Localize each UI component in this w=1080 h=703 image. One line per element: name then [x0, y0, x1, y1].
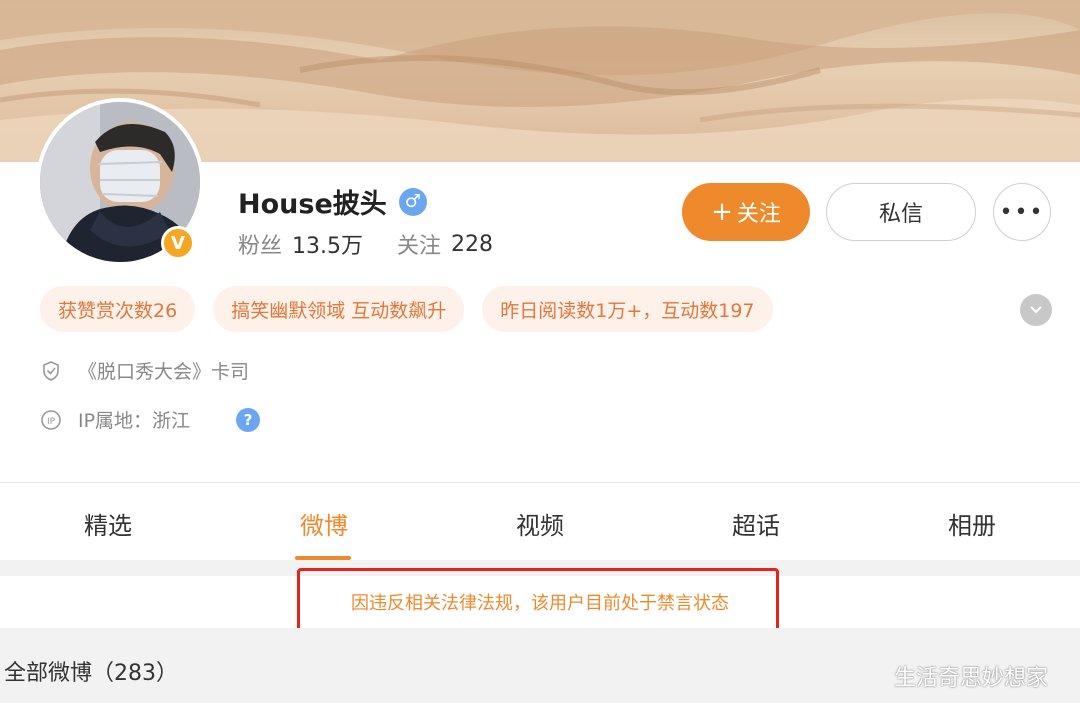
- tag-daily-reads[interactable]: 昨日阅读数1万+，互动数197: [482, 286, 773, 332]
- following-label[interactable]: 关注: [397, 228, 441, 260]
- all-posts-count[interactable]: 全部微博（283）: [4, 655, 178, 687]
- username: House披头: [238, 189, 387, 220]
- certification-row: 《脱口秀大会》卡司: [40, 357, 249, 384]
- follow-button[interactable]: + 关注: [682, 183, 810, 241]
- divider: [0, 482, 1080, 483]
- male-gender-icon: ♂: [398, 187, 427, 216]
- tag-humor-field[interactable]: 搞笑幽默领域 互动数飙升: [213, 286, 465, 332]
- achievement-tags: 获赞赏次数26 搞笑幽默领域 互动数飙升 昨日阅读数1万+，互动数197: [40, 286, 791, 332]
- chevron-down-icon[interactable]: [1020, 294, 1052, 326]
- name-row: House披头 ♂: [238, 182, 427, 221]
- tag-reward-count[interactable]: 获赞赏次数26: [40, 286, 196, 332]
- certification-text: 《脱口秀大会》卡司: [78, 361, 250, 383]
- fans-count[interactable]: 13.5万: [292, 228, 363, 260]
- tab-weibo[interactable]: 微博: [216, 486, 432, 560]
- profile-tabs: 精选 微博 视频 超话 相册: [0, 486, 1080, 560]
- profile-page: V House披头 ♂ 粉丝 13.5万 关注 228 + 关注 私信 ••• …: [0, 0, 1080, 703]
- fans-label[interactable]: 粉丝: [238, 228, 282, 260]
- tab-albums[interactable]: 相册: [864, 486, 1080, 560]
- tab-videos[interactable]: 视频: [432, 486, 648, 560]
- ip-icon: IP: [40, 409, 62, 431]
- ip-location-row: IP IP属地：浙江 ?: [40, 406, 261, 433]
- question-help-icon[interactable]: ?: [236, 407, 261, 432]
- plus-icon: +: [711, 197, 733, 227]
- shield-check-icon: [40, 360, 62, 382]
- follow-button-label: 关注: [736, 202, 781, 227]
- following-count[interactable]: 228: [451, 232, 493, 257]
- svg-text:IP: IP: [47, 417, 56, 427]
- ip-location-text: IP属地：浙江: [78, 410, 191, 432]
- watermark: 生活奇思妙想家: [894, 666, 1049, 691]
- stats-row: 粉丝 13.5万 关注 228: [238, 228, 493, 260]
- message-button[interactable]: 私信: [826, 183, 976, 241]
- tab-featured[interactable]: 精选: [0, 486, 216, 560]
- tab-super-topics[interactable]: 超话: [648, 486, 864, 560]
- more-options-icon[interactable]: •••: [993, 183, 1051, 241]
- verified-badge-icon: V: [161, 226, 195, 260]
